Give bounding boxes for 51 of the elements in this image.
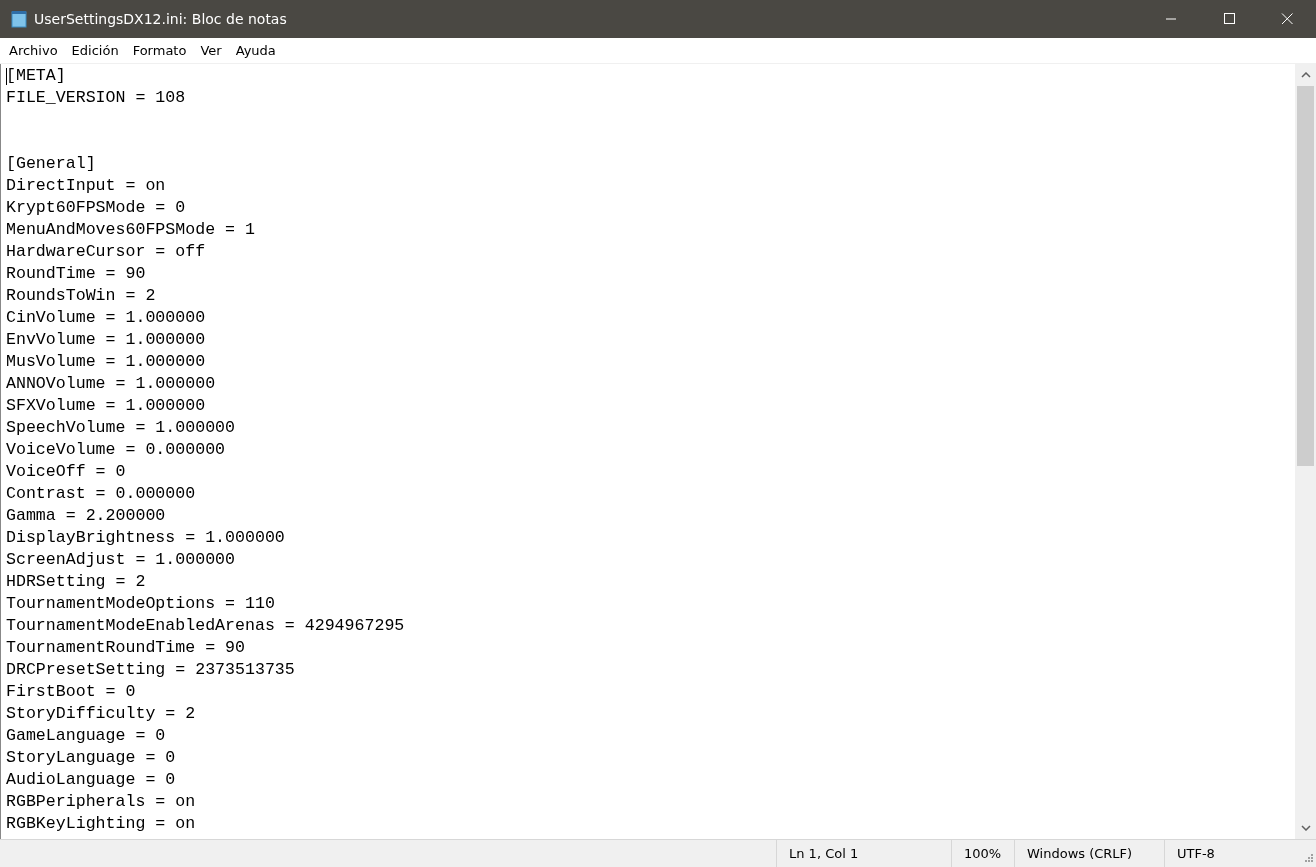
resize-grip-icon[interactable] <box>1303 854 1313 864</box>
text-line: MenuAndMoves60FPSMode = 1 <box>6 219 256 241</box>
text-line: RoundsToWin = 2 <box>6 285 157 307</box>
text-line: FirstBoot = 0 <box>6 681 137 703</box>
text-line: Contrast = 0.000000 <box>6 483 197 505</box>
zoom-level: 100% <box>952 840 1015 867</box>
text-line: ANNOVolume = 1.000000 <box>6 373 217 395</box>
text-line: Gamma = 2.200000 <box>6 505 167 527</box>
text-line: AudioLanguage = 0 <box>6 769 177 791</box>
cursor-position: Ln 1, Col 1 <box>777 840 952 867</box>
menu-item[interactable]: Ver <box>193 43 229 58</box>
scroll-down-icon[interactable] <box>1300 825 1311 831</box>
text-line: HardwareCursor = off <box>6 241 207 263</box>
menu-item[interactable]: Ayuda <box>228 43 283 58</box>
text-line: SFXVolume = 1.000000 <box>6 395 207 417</box>
encoding: UTF-8 <box>1176 845 1216 863</box>
text-line: HDRSetting = 2 <box>6 571 147 593</box>
window-title: UserSettingsDX12.ini: Bloc de notas <box>34 11 287 27</box>
menu-item[interactable]: Edición <box>64 43 126 58</box>
text-line: TournamentModeEnabledArenas = 4294967295 <box>6 615 406 637</box>
text-line: DisplayBrightness = 1.000000 <box>6 527 286 549</box>
text-line: RGBKeyLighting = on <box>6 813 197 835</box>
text-line: EnvVolume = 1.000000 <box>6 329 207 351</box>
text-line: RGBPeripherals = on <box>6 791 197 813</box>
text-line: MusVolume = 1.000000 <box>6 351 207 373</box>
text-line: FILE_VERSION = 108 <box>6 87 187 109</box>
scroll-up-icon[interactable] <box>1300 72 1311 78</box>
text-line: CinVolume = 1.000000 <box>6 307 207 329</box>
line-endings: Windows (CRLF) <box>1015 840 1165 867</box>
notepad-icon <box>11 10 27 28</box>
text-line: TournamentRoundTime = 90 <box>6 637 246 659</box>
text-line: VoiceOff = 0 <box>6 461 127 483</box>
text-line: RoundTime = 90 <box>6 263 147 285</box>
vertical-scrollbar[interactable] <box>1295 64 1316 839</box>
menu-item[interactable]: Formato <box>125 43 194 58</box>
scrollbar-thumb[interactable] <box>1297 86 1314 466</box>
close-icon <box>1281 13 1293 25</box>
text-line: VoiceVolume = 0.000000 <box>6 439 227 461</box>
text-line: TournamentModeOptions = 110 <box>6 593 276 615</box>
text-line: SpeechVolume = 1.000000 <box>6 417 237 439</box>
text-line: ScreenAdjust = 1.000000 <box>6 549 237 571</box>
text-line: [META] <box>6 65 67 87</box>
menu-item[interactable]: Archivo <box>2 43 65 58</box>
text-line: DirectInput = on <box>6 175 167 197</box>
text-line: GameLanguage = 0 <box>6 725 167 747</box>
text-line: Krypt60FPSMode = 0 <box>6 197 187 219</box>
text-line: DRCPresetSetting = 2373513735 <box>6 659 296 681</box>
text-line: [General] <box>6 153 97 175</box>
maximize-icon <box>1223 13 1235 25</box>
text-line: StoryDifficulty = 2 <box>6 703 197 725</box>
text-line: StoryLanguage = 0 <box>6 747 177 769</box>
